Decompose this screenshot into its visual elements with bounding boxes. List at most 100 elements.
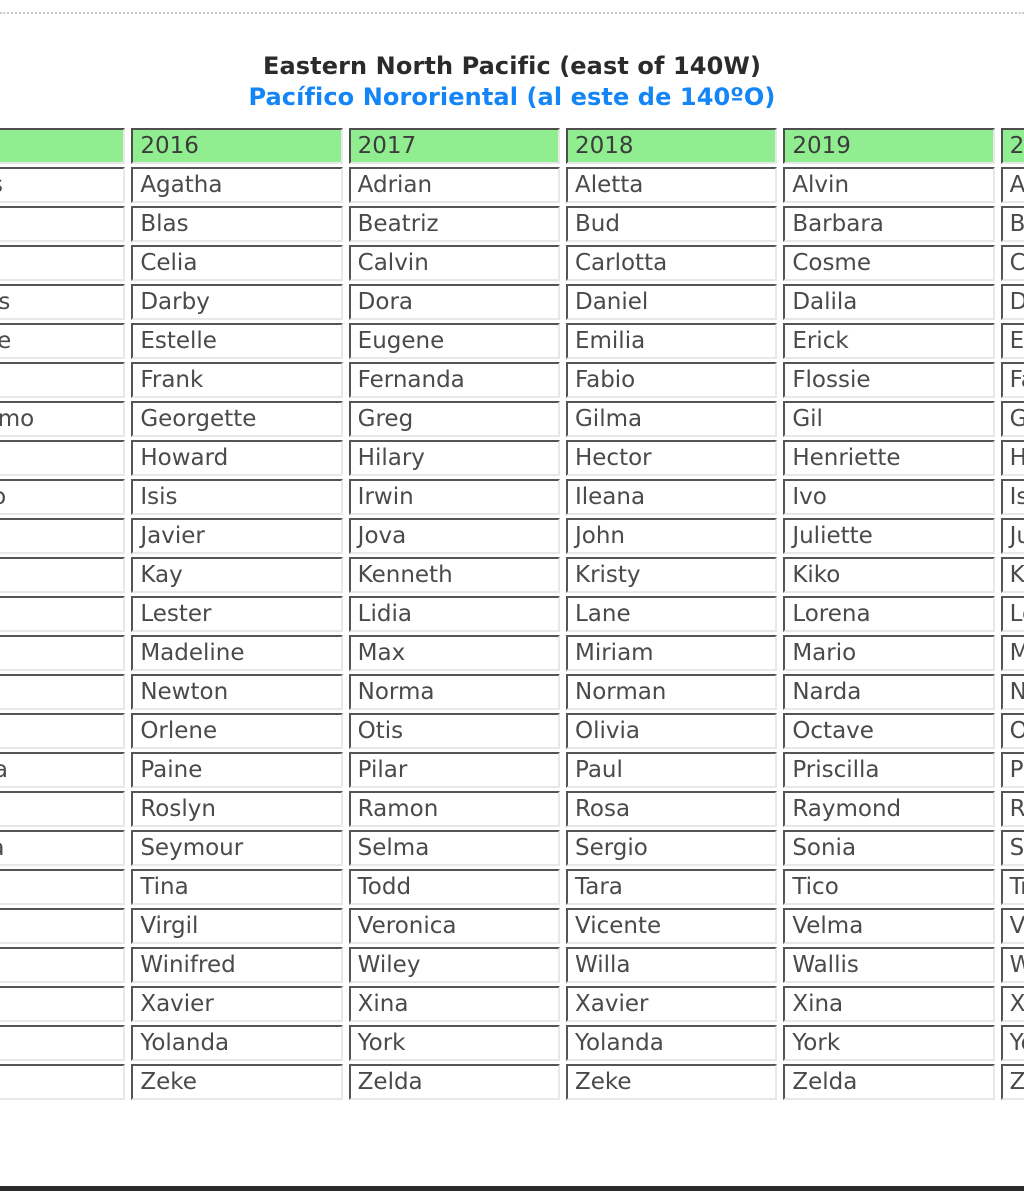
name-cell-2015-23: York (0, 1025, 126, 1061)
name-cell-2020-15: Odalys (1000, 713, 1024, 749)
name-cell-2017-20: Veronica (348, 908, 560, 944)
name-cell-2020-8: Hernan (1000, 440, 1024, 476)
name-cell-2018-17: Rosa (565, 791, 778, 827)
name-cell-2019-22: Xina (783, 986, 995, 1022)
name-cell-2019-7: Gil (783, 401, 995, 437)
table-body: AndresAgathaAdrianAlettaAlvinAmandaBlanc… (0, 167, 1024, 1100)
name-cell-2015-19: Terry (0, 869, 126, 905)
name-cell-2020-4: Douglas (1000, 284, 1024, 320)
table-row: CarlosCeliaCalvinCarlottaCosmeCristina (0, 245, 1024, 281)
table-row: XinaXavierXinaXavierXinaXavier (0, 986, 1024, 1022)
name-cell-2018-14: Norman (565, 674, 778, 710)
year-header-2019[interactable]: 2019 (783, 128, 995, 164)
name-cell-2018-11: Kristy (565, 557, 778, 593)
name-cell-2016-14: Newton (131, 674, 343, 710)
name-cell-2020-11: Karina (1000, 557, 1024, 593)
name-cell-2015-17: Rick (0, 791, 126, 827)
name-cell-2017-8: Hilary (348, 440, 560, 476)
name-cell-2017-13: Max (348, 635, 560, 671)
name-cell-2015-21: Waldo (0, 947, 126, 983)
name-cell-2017-17: Ramon (348, 791, 560, 827)
name-cell-2019-10: Juliette (783, 518, 995, 554)
name-cell-2018-8: Hector (565, 440, 778, 476)
year-header-2017[interactable]: 2017 (348, 128, 560, 164)
name-cell-2017-23: York (348, 1025, 560, 1061)
table-row: PatriciaPainePilarPaulPriscillaPolo (0, 752, 1024, 788)
name-cell-2015-12: Linda (0, 596, 126, 632)
name-cell-2020-5: Elida (1000, 323, 1024, 359)
name-cell-2016-16: Paine (131, 752, 343, 788)
name-cell-2015-11: Kevin (0, 557, 126, 593)
name-cell-2018-16: Paul (565, 752, 778, 788)
name-cell-2017-3: Calvin (348, 245, 560, 281)
name-cell-2017-6: Fernanda (348, 362, 560, 398)
name-cell-2017-7: Greg (348, 401, 560, 437)
name-cell-2017-16: Pilar (348, 752, 560, 788)
name-cell-2018-5: Emilia (565, 323, 778, 359)
name-cell-2016-2: Blas (131, 206, 343, 242)
name-cell-2017-22: Xina (348, 986, 560, 1022)
name-cell-2020-19: Trudy (1000, 869, 1024, 905)
name-cell-2017-2: Beatriz (348, 206, 560, 242)
name-cell-2020-18: Simon (1000, 830, 1024, 866)
name-cell-2020-9: Iselle (1000, 479, 1024, 515)
name-cell-2017-10: Jova (348, 518, 560, 554)
title-block: Eastern North Pacific (east of 140W) Pac… (0, 52, 1024, 113)
name-cell-2016-18: Seymour (131, 830, 343, 866)
table-row: KevinKayKennethKristyKikoKarina (0, 557, 1024, 593)
name-cell-2015-20: Vivian (0, 908, 126, 944)
name-cell-2019-14: Narda (783, 674, 995, 710)
name-cell-2017-4: Dora (348, 284, 560, 320)
table-row: EnriqueEstelleEugeneEmiliaErickElida (0, 323, 1024, 359)
name-cell-2020-20: Vance (1000, 908, 1024, 944)
name-cell-2015-9: Ignacio (0, 479, 126, 515)
name-cell-2017-21: Wiley (348, 947, 560, 983)
name-cell-2016-23: Yolanda (131, 1025, 343, 1061)
name-cell-2016-24: Zeke (131, 1064, 343, 1100)
table-row: HildaHowardHilaryHectorHenrietteHernan (0, 440, 1024, 476)
name-cell-2019-17: Raymond (783, 791, 995, 827)
name-cell-2020-10: Julio (1000, 518, 1024, 554)
table-row: LindaLesterLidiaLaneLorenaLowell (0, 596, 1024, 632)
table-row: IgnacioIsisIrwinIleanaIvoIselle (0, 479, 1024, 515)
name-cell-2020-12: Lowell (1000, 596, 1024, 632)
name-cell-2019-3: Cosme (783, 245, 995, 281)
name-cell-2017-24: Zelda (348, 1064, 560, 1100)
name-cell-2020-16: Polo (1000, 752, 1024, 788)
name-cell-2018-24: Zeke (565, 1064, 778, 1100)
name-cell-2018-20: Vicente (565, 908, 778, 944)
name-cell-2015-22: Xina (0, 986, 126, 1022)
name-cell-2019-24: Zelda (783, 1064, 995, 1100)
year-header-2015[interactable]: 2015 (0, 128, 126, 164)
name-cell-2017-1: Adrian (348, 167, 560, 203)
year-header-2018[interactable]: 2018 (565, 128, 778, 164)
name-cell-2018-21: Willa (565, 947, 778, 983)
table-row: MartyMadelineMaxMiriamMarioMarie (0, 635, 1024, 671)
name-cell-2015-3: Carlos (0, 245, 126, 281)
table-header-row: 201520162017201820192020 (0, 128, 1024, 164)
name-cell-2018-3: Carlotta (565, 245, 778, 281)
name-cell-2016-9: Isis (131, 479, 343, 515)
name-cell-2015-1: Andres (0, 167, 126, 203)
name-cell-2018-4: Daniel (565, 284, 778, 320)
name-cell-2016-17: Roslyn (131, 791, 343, 827)
name-cell-2018-2: Bud (565, 206, 778, 242)
name-cell-2020-6: Fausto (1000, 362, 1024, 398)
name-cell-2015-5: Enrique (0, 323, 126, 359)
name-cell-2020-14: Norbert (1000, 674, 1024, 710)
name-cell-2015-2: Blanca (0, 206, 126, 242)
name-cell-2019-1: Alvin (783, 167, 995, 203)
name-cell-2015-7: Guillermo (0, 401, 126, 437)
name-cell-2020-21: Winnie (1000, 947, 1024, 983)
name-cell-2020-22: Xavier (1000, 986, 1024, 1022)
table-row: WaldoWinifredWileyWillaWallisWinnie (0, 947, 1024, 983)
name-cell-2020-3: Cristina (1000, 245, 1024, 281)
name-cell-2019-4: Dalila (783, 284, 995, 320)
page-title-english: Eastern North Pacific (east of 140W) (262, 52, 762, 80)
name-cell-2020-23: Yolanda (1000, 1025, 1024, 1061)
name-cell-2016-19: Tina (131, 869, 343, 905)
name-cell-2018-18: Sergio (565, 830, 778, 866)
year-header-2016[interactable]: 2016 (131, 128, 343, 164)
name-cell-2019-21: Wallis (783, 947, 995, 983)
year-header-2020[interactable]: 2020 (1000, 128, 1024, 164)
